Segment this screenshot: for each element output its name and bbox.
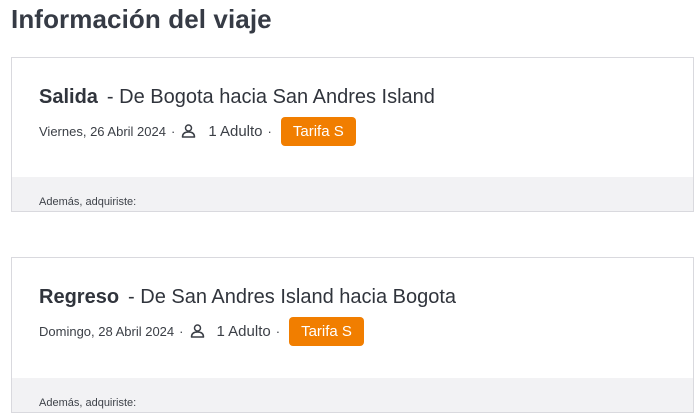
extras-section: Además, adquiriste:	[12, 177, 693, 211]
trip-route: - De San Andres Island hacia Bogota	[128, 286, 457, 308]
trip-card-return: Regreso - De San Andres Island hacia Bogo…	[11, 257, 694, 413]
leg-type-label: Salida	[39, 86, 98, 108]
separator-dot: ·	[275, 323, 281, 339]
person-icon	[181, 124, 196, 138]
trip-route: - De Bogota hacia San Andres Island	[106, 86, 435, 108]
separator-dot: ·	[179, 323, 184, 339]
fare-badge[interactable]: Tarifa S	[280, 116, 356, 146]
trip-meta: Viernes, 26 Abril 2024 · 1 Adulto · Tari…	[39, 116, 356, 146]
extras-label: Además, adquiriste:	[39, 196, 137, 208]
trip-date: Domingo, 28 Abril 2024	[39, 323, 175, 339]
fare-badge[interactable]: Tarifa S	[289, 316, 364, 346]
page-title: Información del viaje	[11, 4, 272, 34]
leg-type-label: Regreso	[39, 286, 120, 308]
trip-card-outbound: Salida - De Bogota hacia San Andres Islan…	[11, 57, 694, 212]
trip-date: Viernes, 26 Abril 2024	[39, 123, 166, 139]
trip-heading: Salida - De Bogota hacia San Andres Islan…	[39, 86, 437, 109]
trip-meta: Domingo, 28 Abril 2024 · 1 Adulto · Tari…	[39, 316, 364, 346]
trip-heading: Regreso - De San Andres Island hacia Bogo…	[39, 286, 458, 309]
separator-dot: ·	[267, 123, 272, 139]
passenger-count: 1 Adulto	[208, 122, 263, 140]
extras-label: Además, adquiriste:	[39, 397, 137, 409]
separator-dot: ·	[170, 123, 176, 139]
extras-section: Además, adquiriste:	[12, 378, 693, 412]
passenger-count: 1 Adulto	[216, 322, 271, 340]
person-icon	[190, 324, 205, 338]
